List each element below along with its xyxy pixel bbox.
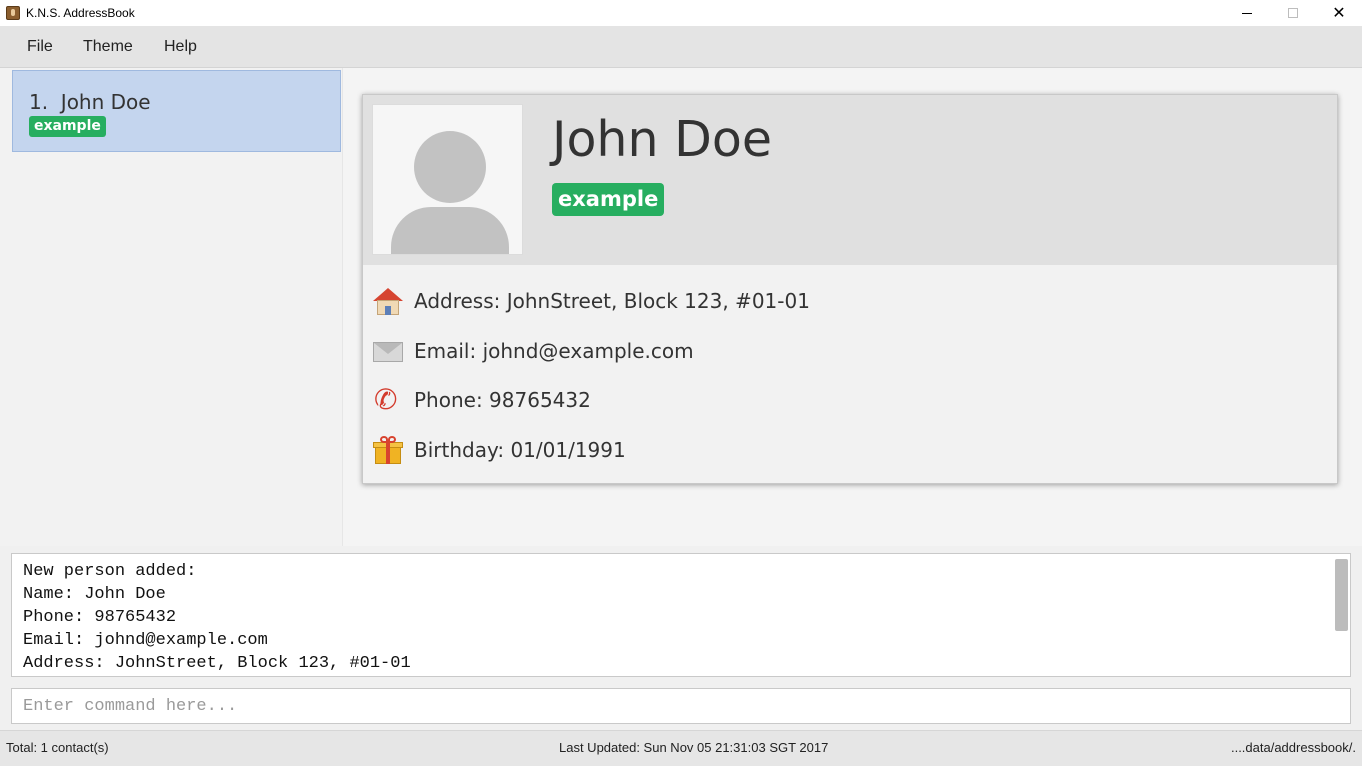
minimize-button[interactable]	[1224, 0, 1270, 26]
detail-card-header: John Doe example	[363, 95, 1337, 265]
menu-file[interactable]: File	[27, 38, 53, 56]
result-scrollbar[interactable]	[1333, 555, 1350, 676]
avatar-body-shape	[391, 207, 509, 254]
menu-bar: File Theme Help	[0, 26, 1362, 68]
status-file-path: ....data/addressbook/.	[1230, 740, 1356, 755]
command-input[interactable]	[11, 688, 1351, 724]
window-title: K.N.S. AddressBook	[26, 6, 135, 20]
person-list-item[interactable]: 1. John Doe example	[12, 70, 341, 152]
envelope-icon	[372, 335, 404, 367]
person-detail-card: John Doe example Address: JohnStreet, Bl…	[362, 94, 1338, 484]
app-icon	[6, 6, 20, 20]
result-scroll-thumb[interactable]	[1335, 559, 1348, 631]
title-bar: K.N.S. AddressBook ✕	[0, 0, 1362, 26]
maximize-icon	[1288, 8, 1298, 18]
email-row: Email: johnd@example.com	[372, 333, 694, 369]
result-text: New person added: Name: John Doe Phone: …	[23, 562, 411, 673]
menu-theme[interactable]: Theme	[83, 38, 133, 56]
status-total: Total: 1 contact(s)	[6, 740, 109, 755]
detail-tag: example	[552, 183, 665, 216]
person-list-item-name: 1. John Doe	[29, 90, 151, 114]
person-list-panel: 1. John Doe example	[0, 68, 343, 546]
birthday-row: Birthday: 01/01/1991	[372, 432, 626, 468]
status-last-updated: Last Updated: Sun Nov 05 21:31:03 SGT 20…	[559, 740, 829, 755]
avatar-head-shape	[414, 131, 486, 203]
result-display[interactable]: New person added: Name: John Doe Phone: …	[11, 553, 1351, 677]
close-button[interactable]: ✕	[1316, 0, 1362, 26]
phone-row: ✆ Phone: 98765432	[372, 382, 591, 418]
status-bar: Total: 1 contact(s) Last Updated: Sun No…	[0, 730, 1362, 766]
address-row: Address: JohnStreet, Block 123, #01-01	[372, 283, 810, 319]
house-icon	[372, 285, 404, 317]
person-detail-panel: John Doe example Address: JohnStreet, Bl…	[343, 68, 1362, 546]
app-window: K.N.S. AddressBook ✕ File Theme Help 1. …	[0, 0, 1362, 766]
phone-icon: ✆	[374, 384, 398, 415]
menu-help[interactable]: Help	[164, 38, 197, 56]
avatar	[372, 104, 523, 255]
birthday-text: Birthday: 01/01/1991	[414, 438, 626, 462]
close-icon: ✕	[1332, 5, 1346, 22]
detail-name: John Doe	[552, 111, 772, 168]
email-text: Email: johnd@example.com	[414, 339, 694, 363]
person-list-item-tag: example	[29, 116, 106, 137]
gift-icon	[372, 434, 404, 466]
phone-text: Phone: 98765432	[414, 388, 591, 412]
maximize-button[interactable]	[1270, 0, 1316, 26]
minimize-icon	[1242, 12, 1252, 14]
address-text: Address: JohnStreet, Block 123, #01-01	[414, 289, 810, 313]
